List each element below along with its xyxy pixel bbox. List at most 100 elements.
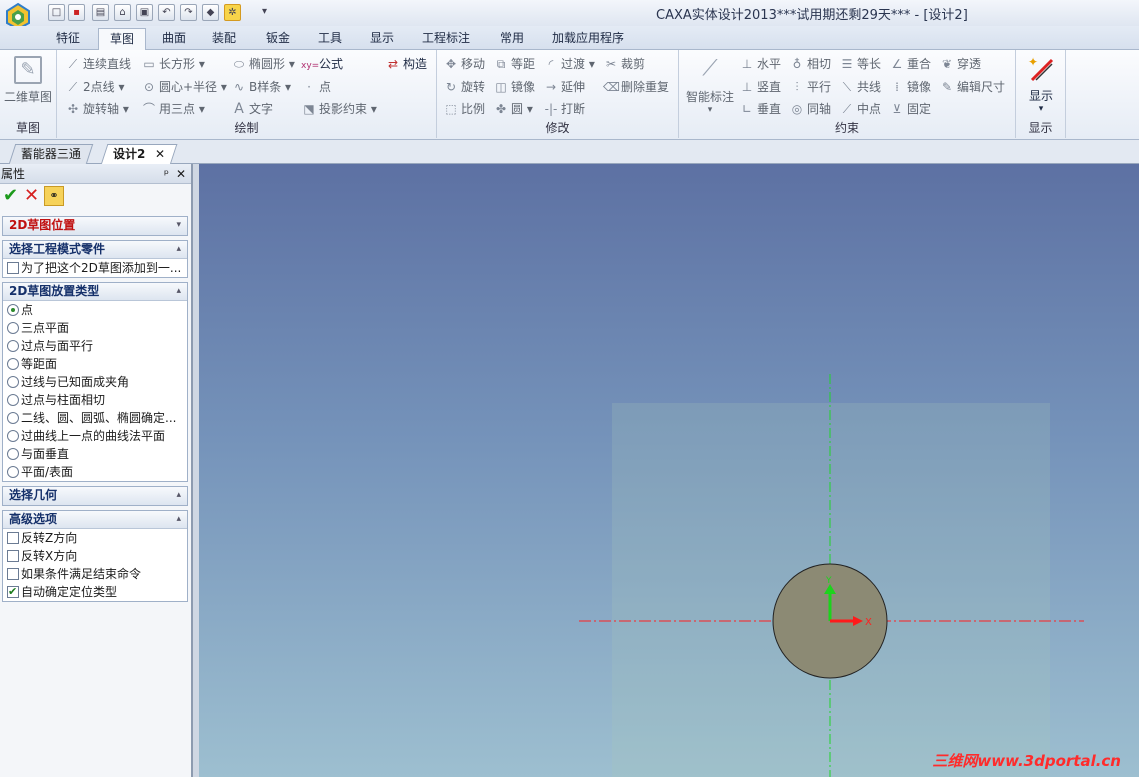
section-header[interactable]: 高级选项 ▴ xyxy=(3,511,187,529)
tab-tools[interactable]: 工具 xyxy=(308,28,352,50)
radio-option[interactable]: 点 xyxy=(3,301,187,319)
smart-dimension-label: 智能标注 xyxy=(685,90,734,104)
rectangle-button[interactable]: ▭ 长方形 ▾ xyxy=(141,54,205,74)
tab-annotation[interactable]: 工程标注 xyxy=(416,28,476,50)
tab-addins[interactable]: 加载应用程序 xyxy=(548,28,628,50)
offset-button[interactable]: ⧉ 等距 xyxy=(493,54,535,74)
perpendicular-button[interactable]: ∟ 垂直 xyxy=(739,99,781,119)
tab-display[interactable]: 显示 xyxy=(360,28,404,50)
add-to-part-checkbox[interactable]: 为了把这个2D草图添加到一... xyxy=(3,259,187,277)
projection-constraint-button[interactable]: ⬔ 投影约束 ▾ xyxy=(301,99,377,119)
horizontal-constraint-button[interactable]: ⊥ 水平 xyxy=(739,54,781,74)
tangent-label: 相切 xyxy=(807,57,832,71)
redo-icon[interactable]: ↷ xyxy=(180,4,197,21)
undo-icon[interactable]: ↶ xyxy=(158,4,175,21)
tab-common[interactable]: 常用 xyxy=(490,28,534,50)
delete-duplicate-button[interactable]: ⌫删除重复 xyxy=(603,77,669,97)
pattern-circle-button[interactable]: ✤ 圆 ▾ xyxy=(493,99,533,119)
reverse-z-checkbox[interactable]: 反转Z方向 xyxy=(3,529,187,547)
pin-icon[interactable]: ᵖ xyxy=(164,164,169,184)
tab-sketch[interactable]: 草图 xyxy=(98,28,146,51)
radio-option[interactable]: 与面垂直 xyxy=(3,445,187,463)
save-as-icon[interactable]: ▤ xyxy=(92,4,109,21)
radio-option[interactable]: 过点与柱面相切 xyxy=(3,391,187,409)
doc-tab-design2[interactable]: 设计2 ✕ xyxy=(100,144,178,165)
parallel-constraint-button[interactable]: ⫶ 平行 xyxy=(789,77,831,97)
display-button[interactable]: ✦ 显示 ▾ xyxy=(1018,54,1064,114)
concentric-icon: ◎ xyxy=(791,102,803,116)
point-button[interactable]: · 点 xyxy=(301,77,331,97)
tangent-constraint-button[interactable]: ♁ 相切 xyxy=(789,54,831,74)
collinear-icon: ⟍ xyxy=(842,80,852,94)
checkbox-label: 为了把这个2D草图添加到一... xyxy=(21,261,182,275)
fix-button[interactable]: ⊻ 固定 xyxy=(889,99,931,119)
reverse-x-checkbox[interactable]: 反转X方向 xyxy=(3,547,187,565)
mirror-button[interactable]: ◫ 镜像 xyxy=(493,77,535,97)
vertical-constraint-button[interactable]: ⊥ 竖直 xyxy=(739,77,781,97)
two-point-line-button[interactable]: ⟋ 2点线 ▾ xyxy=(65,77,125,97)
save-icon[interactable]: ▣ xyxy=(136,4,153,21)
cancel-x-icon[interactable]: ✕ xyxy=(24,185,39,206)
circle-center-radius-button[interactable]: ⊙ 圆心+半径 ▾ xyxy=(141,77,227,97)
watermark: 三维网www.3dportal.cn xyxy=(932,752,1121,770)
doc-tab-accumulator-tee[interactable]: 蓄能器三通 xyxy=(8,144,94,164)
open-red-icon[interactable]: ▪ xyxy=(68,4,85,21)
radio-option[interactable]: 过线与已知面成夹角 xyxy=(3,373,187,391)
break-button[interactable]: -|- 打断 xyxy=(543,99,585,119)
tab-sheetmetal[interactable]: 钣金 xyxy=(256,28,300,50)
move-button[interactable]: ✥ 移动 xyxy=(443,54,485,74)
rotation-axis-button[interactable]: ✣ 旋转轴 ▾ xyxy=(65,99,129,119)
quick-access-menu-icon[interactable]: ▾ xyxy=(256,4,273,21)
collinear-button[interactable]: ⟍ 共线 xyxy=(839,77,881,97)
polyline-button[interactable]: ⟋ 连续直线 xyxy=(65,54,131,74)
scale-button[interactable]: ⬚ 比例 xyxy=(443,99,485,119)
end-command-checkbox[interactable]: 如果条件满足结束命令 xyxy=(3,565,187,583)
extend-label: 延伸 xyxy=(561,80,586,94)
trim-button[interactable]: ✂ 裁剪 xyxy=(603,54,645,74)
construct-button[interactable]: ⇄ 构造 xyxy=(385,54,427,74)
midpoint-button[interactable]: ⟋ 中点 xyxy=(839,99,881,119)
construct-label: 构造 xyxy=(403,57,428,71)
radio-option[interactable]: 过曲线上一点的曲线法平面 xyxy=(3,427,187,445)
mirror-constraint-button[interactable]: ⁞ 镜像 xyxy=(889,77,931,97)
pierce-button[interactable]: ❦ 穿透 xyxy=(939,54,981,74)
equal-length-button[interactable]: ☰ 等长 xyxy=(839,54,881,74)
section-header[interactable]: 2D草图位置 ▾ xyxy=(3,217,187,235)
text-button[interactable]: A 文字 xyxy=(231,99,273,119)
formula-button[interactable]: xy=公式 xyxy=(301,54,343,74)
radio-option[interactable]: 等距面 xyxy=(3,355,187,373)
radio-option[interactable]: 二线、圆、圆弧、椭圆确定... xyxy=(3,409,187,427)
close-icon[interactable]: ✕ xyxy=(176,164,186,184)
fillet-button[interactable]: ◜ 过渡 ▾ xyxy=(543,54,595,74)
tab-surface[interactable]: 曲面 xyxy=(152,28,196,50)
preview-glasses-icon[interactable]: ⚭ xyxy=(44,186,64,206)
ellipse-button[interactable]: ⬭ 椭圆形 ▾ xyxy=(231,54,295,74)
2d-sketch-button[interactable]: ✎ 二维草图 xyxy=(2,56,54,105)
section-header[interactable]: 选择几何 ▴ xyxy=(3,487,187,505)
tab-assembly[interactable]: 装配 xyxy=(202,28,246,50)
smart-dimension-button[interactable]: ⟋ 智能标注 ▾ xyxy=(683,54,737,115)
auto-locate-checkbox[interactable]: 自动确定定位类型 xyxy=(3,583,187,601)
sketch-tool-icon[interactable]: ✲ xyxy=(224,4,241,21)
checkbox-label: 反转Z方向 xyxy=(21,531,78,545)
close-tab-icon[interactable]: ✕ xyxy=(155,145,165,164)
radio-option[interactable]: 过点与面平行 xyxy=(3,337,187,355)
confirm-check-icon[interactable]: ✔ xyxy=(3,185,18,206)
bspline-button[interactable]: ∿ B样条 ▾ xyxy=(231,77,291,97)
tab-feature[interactable]: 特征 xyxy=(46,28,90,50)
concentric-button[interactable]: ◎ 同轴 xyxy=(789,99,831,119)
extend-button[interactable]: → 延伸 xyxy=(543,77,585,97)
radio-option[interactable]: 三点平面 xyxy=(3,319,187,337)
section-header[interactable]: 2D草图放置类型 ▴ xyxy=(3,283,187,301)
arc-icon: ⌒ xyxy=(142,102,155,116)
new-file-icon[interactable]: □ xyxy=(48,4,65,21)
coincident-button[interactable]: ∠ 重合 xyxy=(889,54,931,74)
shape-icon[interactable]: ◆ xyxy=(202,4,219,21)
edit-dimension-button[interactable]: ✎ 编辑尺寸 xyxy=(939,77,1005,97)
rotate-button[interactable]: ↻ 旋转 xyxy=(443,77,485,97)
section-header[interactable]: 选择工程模式零件 ▴ xyxy=(3,241,187,259)
three-point-arc-button[interactable]: ⌒ 用三点 ▾ xyxy=(141,99,205,119)
open-folder-icon[interactable]: ⌂ xyxy=(114,4,131,21)
radio-option[interactable]: 平面/表面 xyxy=(3,463,187,481)
3d-viewport[interactable]: X Y 三维网www.3dportal.cn xyxy=(199,164,1139,777)
